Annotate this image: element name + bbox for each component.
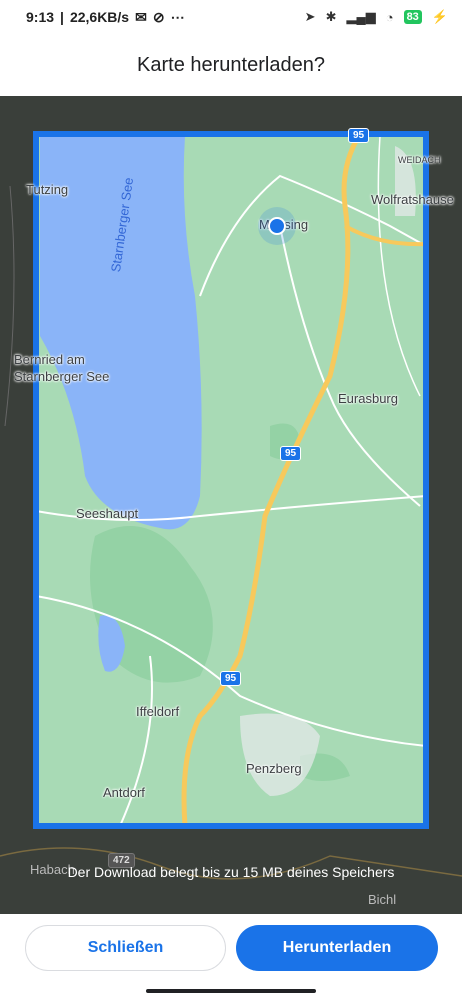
close-button[interactable]: Schließen	[25, 925, 226, 971]
signal-icon: ▂▄▆	[346, 9, 376, 24]
place-label-seeshaupt: Seeshaupt	[76, 506, 139, 521]
place-label-antdorf: Antdorf	[103, 785, 145, 800]
clock: 9:13	[26, 9, 55, 25]
place-label-bernried-2: Starnberger See	[14, 369, 110, 384]
charging-icon: ⚡	[431, 9, 448, 24]
place-label-bernried: Bernried am	[14, 352, 85, 367]
map-canvas	[0, 96, 462, 914]
road-shield-95: 95	[280, 446, 302, 461]
place-label-weidach: WEIDACH	[398, 155, 441, 165]
status-left: 9:13 | 22,6KB/s ✉ ⊘ ⋯	[26, 9, 191, 26]
place-label-tutzing: Tutzing	[26, 182, 69, 197]
place-label-eurasburg: Eurasburg	[338, 391, 398, 406]
download-button[interactable]: Herunterladen	[236, 925, 438, 971]
bluetooth-icon: ✱	[325, 9, 337, 24]
road-shield-95: 95	[220, 671, 242, 686]
home-indicator[interactable]	[146, 989, 316, 993]
place-label-bichl: Bichl	[368, 892, 397, 907]
place-label-wolfratshausen: Wolfratshause	[371, 192, 454, 207]
sync-icon: ⊘	[152, 9, 165, 25]
mail-icon: ✉	[135, 9, 147, 25]
bottom-bar: Schließen Herunterladen	[0, 914, 462, 1000]
separator: |	[60, 9, 64, 25]
place-label-penzberg: Penzberg	[246, 761, 302, 776]
place-label-iffeldorf: Iffeldorf	[136, 704, 180, 719]
wifi-icon: ◔	[385, 9, 394, 25]
dialog-title: Karte herunterladen?	[0, 34, 462, 96]
status-right: ➤ ✱ ▂▄▆ ◔ 83 ⚡	[305, 9, 448, 25]
current-location-dot	[268, 217, 286, 235]
download-size-info: Der Download belegt bis zu 15 MB deines …	[67, 864, 395, 880]
battery-icon: 83	[403, 10, 422, 24]
status-bar: 9:13 | 22,6KB/s ✉ ⊘ ⋯ ➤ ✱ ▂▄▆ ◔ 83 ⚡	[0, 0, 462, 34]
road-shield-95: 95	[348, 128, 370, 143]
more-icon: ⋯	[170, 9, 185, 25]
location-icon: ➤	[304, 9, 316, 24]
network-speed: 22,6KB/s	[69, 9, 130, 25]
map-view[interactable]: Starnberger See Tutzing WEIDACH Wolfrats…	[0, 96, 462, 914]
